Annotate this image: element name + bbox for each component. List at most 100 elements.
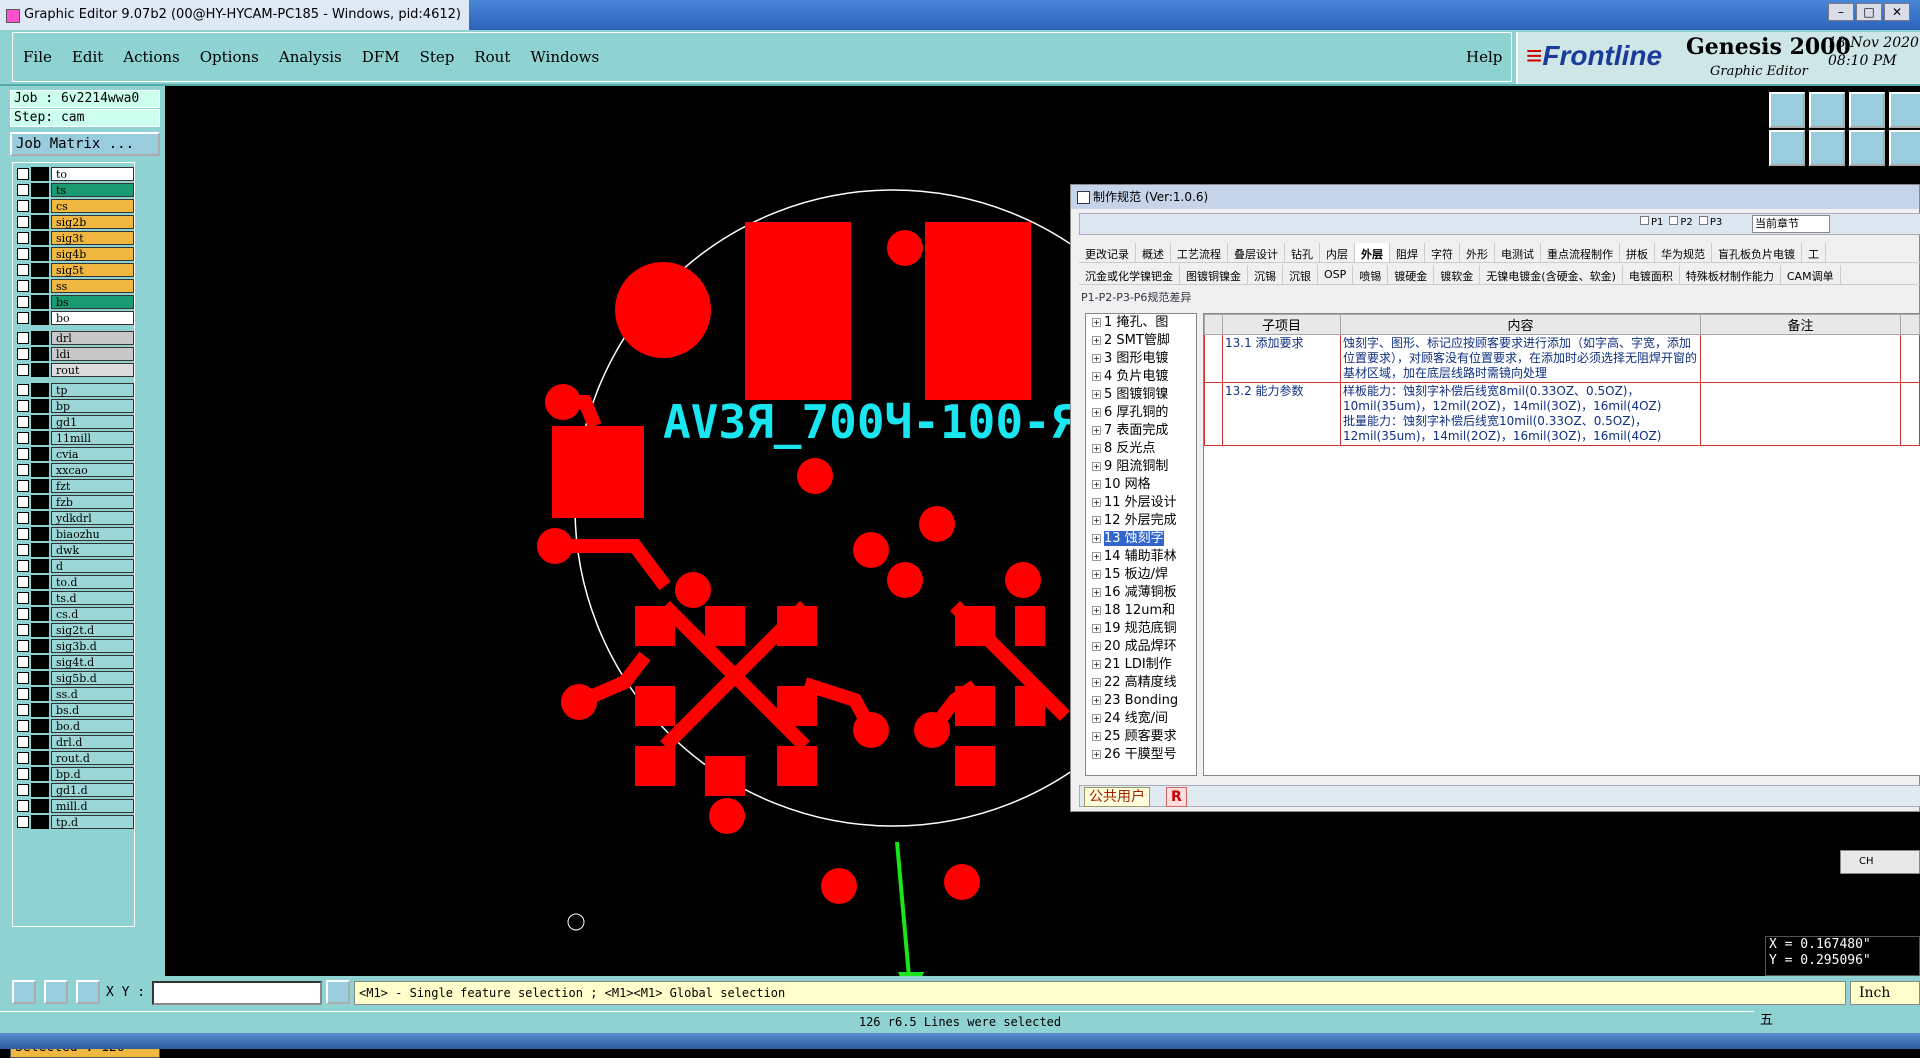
layer-row[interactable]: ss bbox=[17, 279, 134, 293]
layer-checkbox[interactable] bbox=[17, 608, 29, 620]
tool-button-5[interactable] bbox=[1769, 130, 1805, 166]
layer-name[interactable]: 11mill bbox=[51, 431, 134, 445]
dialog-tab[interactable]: 钻孔 bbox=[1285, 243, 1320, 262]
layer-checkbox[interactable] bbox=[17, 496, 29, 508]
layer-row[interactable]: ts bbox=[17, 183, 134, 197]
tool-button-7[interactable] bbox=[1849, 130, 1885, 166]
layer-checkbox[interactable] bbox=[17, 184, 29, 196]
layer-name[interactable]: drl bbox=[51, 331, 134, 345]
tree-node[interactable]: +26 干膜型号 bbox=[1086, 746, 1196, 764]
job-matrix-button[interactable]: Job Matrix ... bbox=[10, 132, 160, 156]
layer-name[interactable]: gd1 bbox=[51, 415, 134, 429]
layer-name[interactable]: d bbox=[51, 559, 134, 573]
expand-icon[interactable]: + bbox=[1092, 552, 1101, 561]
cursor-button[interactable] bbox=[326, 980, 350, 1004]
layer-checkbox[interactable] bbox=[17, 704, 29, 716]
layer-name[interactable]: rout.d bbox=[51, 751, 134, 765]
menu-options[interactable]: Options bbox=[200, 48, 259, 66]
chapter-select[interactable]: 当前章节 bbox=[1752, 215, 1830, 233]
layer-name[interactable]: fzb bbox=[51, 495, 134, 509]
layer-row[interactable]: bo bbox=[17, 311, 134, 325]
layer-name[interactable]: bp.d bbox=[51, 767, 134, 781]
table-row[interactable]: 13.2 能力参数 样板能力：蚀刻字补偿后线宽8mil(0.33OZ、0.5OZ)… bbox=[1204, 382, 1920, 446]
menu-help[interactable]: Help bbox=[1466, 48, 1502, 66]
layer-row[interactable]: sig3b.d bbox=[17, 639, 134, 653]
layer-row[interactable]: cs bbox=[17, 199, 134, 213]
layer-checkbox[interactable] bbox=[17, 216, 29, 228]
toggle-p2[interactable]: P2 bbox=[1669, 216, 1693, 228]
dialog-tab[interactable]: 重点流程制作 bbox=[1541, 243, 1620, 262]
layer-row[interactable]: ts.d bbox=[17, 591, 134, 605]
layer-checkbox[interactable] bbox=[17, 752, 29, 764]
tree-node[interactable]: +4 负片电镀 bbox=[1086, 368, 1196, 386]
layer-checkbox[interactable] bbox=[17, 576, 29, 588]
layer-name[interactable]: bo bbox=[51, 311, 134, 325]
layer-checkbox[interactable] bbox=[17, 784, 29, 796]
tool-button-1[interactable] bbox=[1769, 92, 1805, 128]
layer-name[interactable]: xxcao bbox=[51, 463, 134, 477]
column-header[interactable] bbox=[1204, 314, 1223, 335]
layer-name[interactable]: ldi bbox=[51, 347, 134, 361]
layer-name[interactable]: to.d bbox=[51, 575, 134, 589]
layer-row[interactable]: 11mill bbox=[17, 431, 134, 445]
dialog-tab[interactable]: 字符 bbox=[1425, 243, 1460, 262]
layer-row[interactable]: fzt bbox=[17, 479, 134, 493]
dialog-tab[interactable]: 内层 bbox=[1320, 243, 1355, 262]
menu-dfm[interactable]: DFM bbox=[362, 48, 400, 66]
toggle-p3[interactable]: P3 bbox=[1698, 216, 1722, 228]
layer-checkbox[interactable] bbox=[17, 248, 29, 260]
layer-checkbox[interactable] bbox=[17, 264, 29, 276]
dialog-tab[interactable]: 更改记录 bbox=[1079, 243, 1136, 262]
layer-name[interactable]: sig5t bbox=[51, 263, 134, 277]
layer-checkbox[interactable] bbox=[17, 332, 29, 344]
layer-checkbox[interactable] bbox=[17, 560, 29, 572]
layer-row[interactable]: mill.d bbox=[17, 799, 134, 813]
layer-name[interactable]: sig4b bbox=[51, 247, 134, 261]
dialog-tab[interactable]: 工艺流程 bbox=[1171, 243, 1228, 262]
layer-name[interactable]: to bbox=[51, 167, 134, 181]
layer-row[interactable]: tp bbox=[17, 383, 134, 397]
menu-actions[interactable]: Actions bbox=[123, 48, 179, 66]
layer-checkbox[interactable] bbox=[17, 512, 29, 524]
layer-checkbox[interactable] bbox=[17, 800, 29, 812]
layer-name[interactable]: sig4t.d bbox=[51, 655, 134, 669]
layer-checkbox[interactable] bbox=[17, 736, 29, 748]
layer-row[interactable]: drl bbox=[17, 331, 134, 345]
expand-icon[interactable]: + bbox=[1092, 606, 1101, 615]
layer-name[interactable]: bs.d bbox=[51, 703, 134, 717]
layer-row[interactable]: cs.d bbox=[17, 607, 134, 621]
menu-file[interactable]: File bbox=[23, 48, 52, 66]
column-header[interactable]: 子项目 bbox=[1222, 314, 1341, 335]
menu-analysis[interactable]: Analysis bbox=[279, 48, 342, 66]
layer-checkbox[interactable] bbox=[17, 416, 29, 428]
dialog-tab[interactable]: 特殊板材制作能力 bbox=[1680, 265, 1781, 284]
toggle-p1[interactable]: P1 bbox=[1640, 216, 1663, 228]
layer-name[interactable]: bo.d bbox=[51, 719, 134, 733]
tree-node[interactable]: +6 厚孔铜的 bbox=[1086, 404, 1196, 422]
tree-node[interactable]: +11 外层设计 bbox=[1086, 494, 1196, 512]
layer-name[interactable]: mill.d bbox=[51, 799, 134, 813]
layer-name[interactable]: sig2t.d bbox=[51, 623, 134, 637]
dialog-tab[interactable]: 沉银 bbox=[1283, 265, 1318, 284]
expand-icon[interactable]: + bbox=[1092, 336, 1101, 345]
dialog-tab[interactable]: 叠层设计 bbox=[1228, 243, 1285, 262]
dialog-tab[interactable]: 沉锡 bbox=[1248, 265, 1283, 284]
expand-icon[interactable]: + bbox=[1092, 534, 1101, 543]
layer-checkbox[interactable] bbox=[17, 296, 29, 308]
layer-checkbox[interactable] bbox=[17, 232, 29, 244]
tool-button-3[interactable] bbox=[1849, 92, 1885, 128]
expand-icon[interactable]: + bbox=[1092, 660, 1101, 669]
layer-row[interactable]: ss.d bbox=[17, 687, 134, 701]
menu-edit[interactable]: Edit bbox=[72, 48, 103, 66]
layer-row[interactable]: bs bbox=[17, 295, 134, 309]
tool-button-6[interactable] bbox=[1809, 130, 1845, 166]
tree-node[interactable]: +12 外层完成 bbox=[1086, 512, 1196, 530]
layer-name[interactable]: ts.d bbox=[51, 591, 134, 605]
expand-icon[interactable]: + bbox=[1092, 480, 1101, 489]
column-header[interactable] bbox=[1900, 314, 1920, 335]
layer-row[interactable]: ydkdrl bbox=[17, 511, 134, 525]
menu-windows[interactable]: Windows bbox=[530, 48, 599, 66]
layer-row[interactable]: dwk bbox=[17, 543, 134, 557]
tree-node[interactable]: +2 SMT管脚 bbox=[1086, 332, 1196, 350]
layer-checkbox[interactable] bbox=[17, 200, 29, 212]
